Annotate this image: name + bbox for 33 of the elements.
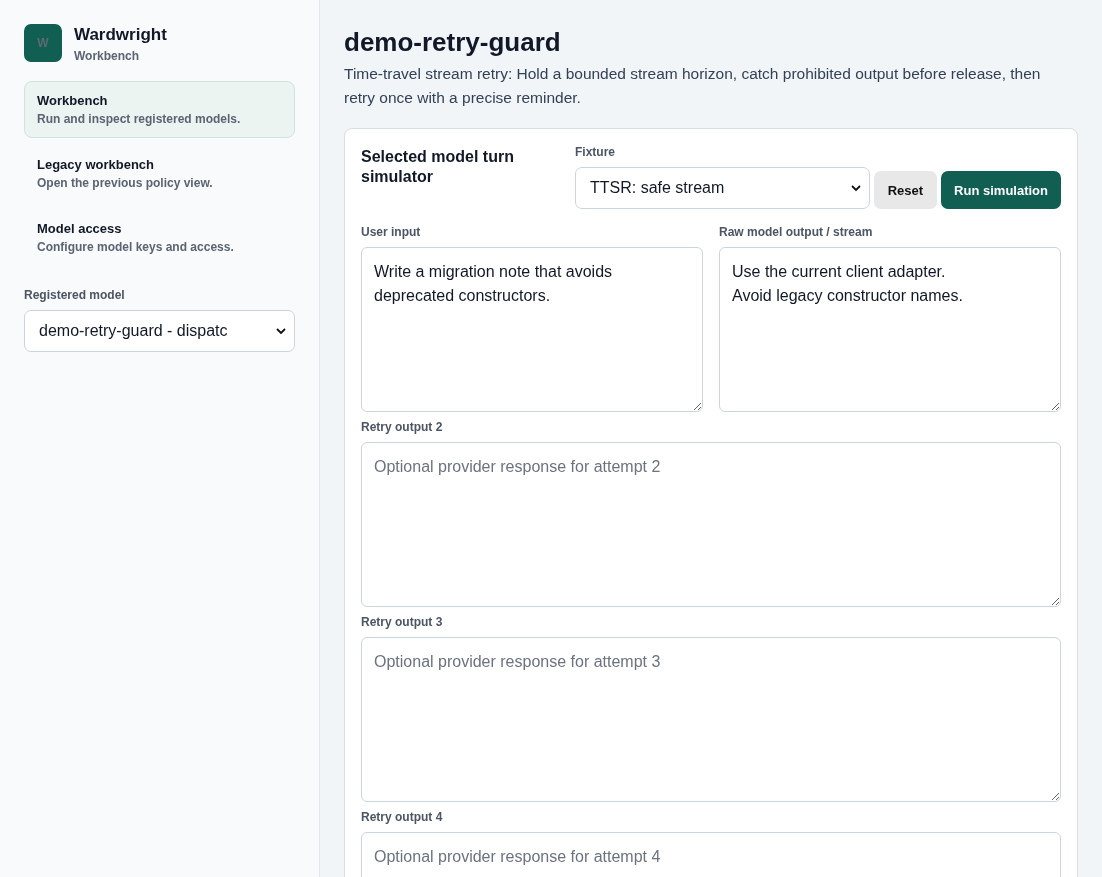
nav-item-title: Workbench — [37, 93, 109, 108]
nav-item-title: Model access — [37, 221, 123, 236]
logo-icon: W — [24, 24, 62, 62]
field-label: User input — [361, 225, 422, 239]
card-title: Selected model turn simulator — [361, 147, 515, 187]
chevron-down-icon — [850, 184, 861, 192]
nav-item-title: Legacy workbench — [37, 157, 156, 172]
field-label: Raw model output / stream — [719, 225, 874, 239]
chevron-down-icon — [276, 327, 286, 335]
field-label: Registered model — [24, 288, 126, 302]
model-select[interactable]: demo-retry-guard - dispatc — [24, 310, 295, 352]
user-input-field[interactable]: Write a migration note that avoids deprecated constructors. — [361, 247, 703, 412]
retry-output-field[interactable]: Optional provider response for attempt 4 — [361, 832, 1061, 877]
page-title: demo-retry-guard — [344, 27, 562, 58]
field-label: Fixture — [575, 145, 616, 159]
field-label: Retry output 2 — [361, 420, 444, 434]
page-description: Time-travel stream retry: Hold a bounded stream horizon, catch prohibited output before release, then retry once with a precise reminder. — [344, 64, 1042, 108]
raw-output-field[interactable]: Use the current client adapter. Avoid legacy constructor names. — [719, 247, 1061, 412]
nav-item-description: Open the previous policy view. — [37, 176, 214, 190]
nav-item-description: Run and inspect registered models. — [37, 112, 242, 126]
field-label: Retry output 4 — [361, 810, 444, 824]
brand-name: Wardwright — [74, 25, 167, 45]
brand-subtitle: Workbench — [74, 49, 141, 63]
run-button[interactable]: Run simulation — [941, 171, 1061, 209]
field-label: Retry output 3 — [361, 615, 444, 629]
nav-item[interactable]: Legacy workbench Open the previous policy view. — [24, 145, 295, 202]
nav-item-description: Configure model keys and access. — [37, 240, 235, 254]
nav-item[interactable]: Workbench Run and inspect registered models. — [24, 81, 295, 138]
retry-output-field[interactable]: Optional provider response for attempt 3 — [361, 637, 1061, 802]
reset-button[interactable]: Reset — [873, 171, 938, 209]
retry-output-field[interactable]: Optional provider response for attempt 2 — [361, 442, 1061, 607]
fixture-select[interactable]: TTSR: safe stream — [575, 167, 870, 209]
nav-item[interactable]: Model access Configure model keys and access. — [24, 209, 295, 266]
